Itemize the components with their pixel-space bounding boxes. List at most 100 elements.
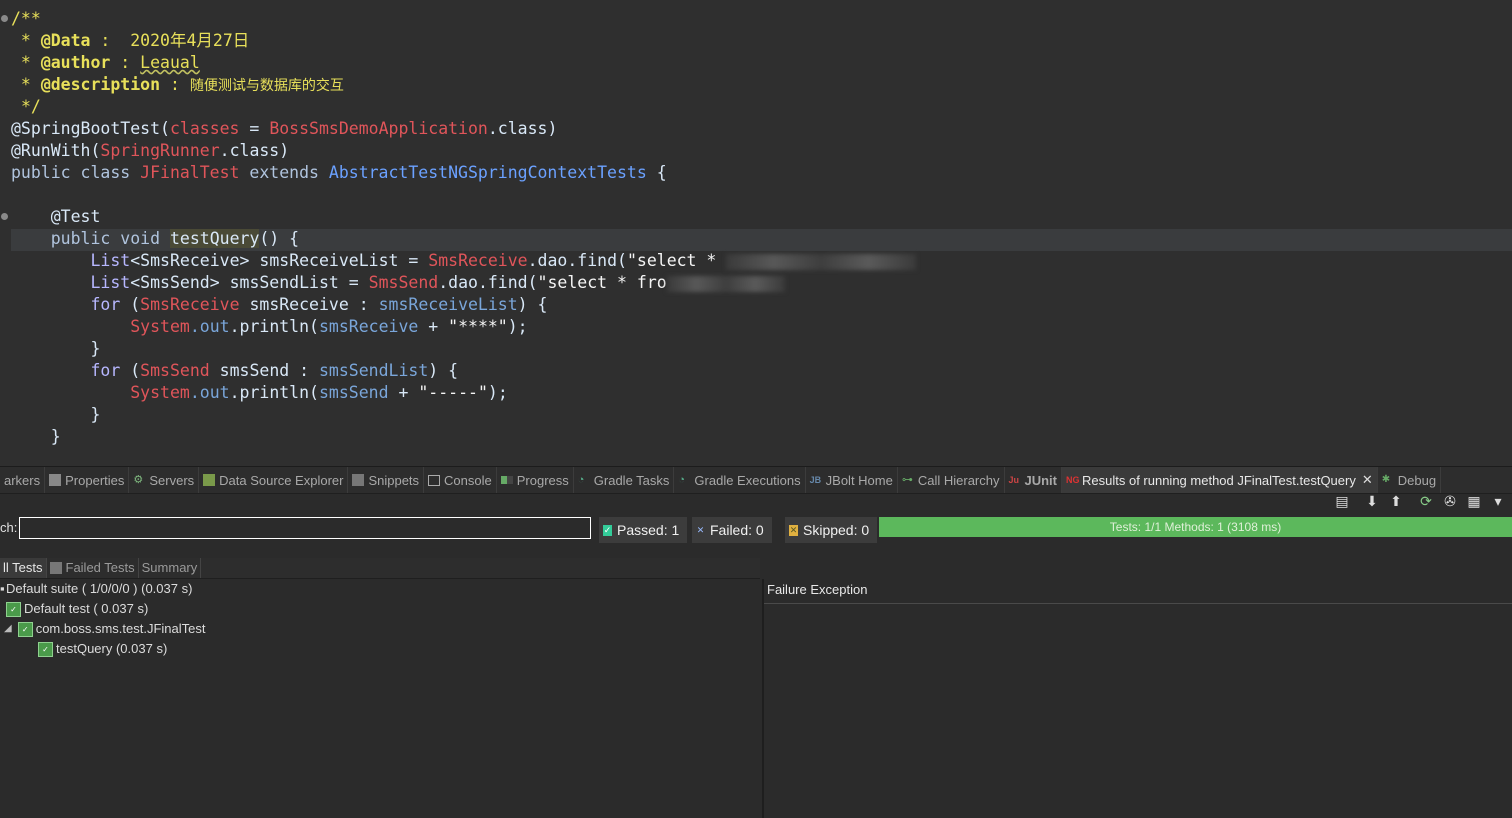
failure-exception-pane: Failure Exception (764, 579, 1512, 818)
code-line-7: @RunWith(SpringRunner.class) (11, 141, 290, 160)
tab-label: Results of running method JFinalTest.tes… (1082, 472, 1356, 488)
divider (764, 603, 1512, 604)
check-icon: ✓ (603, 524, 612, 536)
search-input[interactable] (19, 517, 591, 539)
tab-testng-results[interactable]: NG Results of running method JFinalTest.t… (1062, 467, 1378, 493)
tab-label: arkers (4, 472, 41, 488)
tab-all-tests[interactable]: ll Tests (0, 558, 47, 578)
results-subtabs: ll Tests Failed Tests Summary (0, 558, 760, 579)
code-line-5: */ (20, 97, 41, 116)
debug-icon: ✱ (1381, 474, 1391, 485)
report-icon[interactable]: ▤ (1334, 493, 1350, 509)
redacted-text (726, 253, 917, 270)
fold-icon[interactable] (1, 213, 8, 220)
tab-jbolt-home[interactable]: JB JBolt Home (806, 467, 898, 493)
test-passed-icon: ✓ (6, 601, 21, 617)
tab-summary[interactable]: Summary (139, 558, 202, 578)
code-line-13: List<SmsSend> smsSendList = SmsSend.dao.… (11, 272, 785, 294)
tree-item-class[interactable]: ◢ ✓ com.boss.sms.test.JFinalTest (4, 619, 205, 639)
progress-icon (500, 476, 513, 484)
tab-console[interactable]: Console (424, 467, 497, 493)
tab-label: Gradle Executions (694, 472, 801, 488)
tab-snippets[interactable]: Snippets (348, 467, 425, 493)
collapse-icon[interactable]: ◢ (4, 619, 12, 639)
tab-label: Console (444, 472, 492, 488)
code-line-17: for (SmsSend smsSend : smsSendList) { (90, 361, 459, 380)
gradle-icon: ◔ (678, 474, 686, 486)
tree-item-label: Default suite ( 1/0/0/0 ) (0.037 s) (6, 581, 193, 596)
snippets-icon (352, 474, 365, 486)
tab-call-hierarchy[interactable]: ⊶ Call Hierarchy (898, 467, 1005, 493)
tab-label: Servers (149, 472, 195, 488)
code-line-1: /** (11, 9, 41, 28)
tab-label: Summary (141, 560, 198, 575)
tab-gradle-executions[interactable]: ◔ Gradle Executions (674, 467, 806, 493)
fold-icon[interactable] (1, 15, 8, 22)
search-row: ch: ✓ Passed: 1 ✕ Failed: 0 ✕ Skipped: 0 Te… (0, 514, 1512, 544)
code-line-2: * @Data : 2020年4月27日 (11, 31, 250, 50)
code-line-15: System.out.println(smsReceive + "****"); (130, 317, 528, 336)
hierarchy-icon: ⊶ (901, 474, 913, 486)
failed-counter: ✕ Failed: 0 (692, 517, 772, 543)
tab-label: JBolt Home (825, 472, 893, 488)
rerun-failed-icon[interactable]: ✇ (1442, 493, 1458, 509)
tab-junit[interactable]: Ju JUnit (1005, 467, 1062, 493)
tree-item-label: Default test ( 0.037 s) (24, 601, 149, 616)
tab-label: ll Tests (3, 560, 43, 575)
arrow-down-icon[interactable]: ⬇ (1364, 493, 1380, 509)
code-line-3: * @author : Leaual (11, 53, 200, 72)
tree-item-test[interactable]: ✓ Default test ( 0.037 s) (6, 599, 148, 619)
skip-icon: ✕ (789, 524, 798, 536)
tab-label: Progress (516, 472, 569, 488)
rerun-icon[interactable]: ⟳ (1418, 493, 1434, 509)
results-toolbar: ▤ ⬇ ⬆ ⟳ ✇ ▦ ▾ (1334, 490, 1506, 512)
failed-label: Failed: 0 (710, 522, 764, 538)
tab-label: Call Hierarchy (917, 472, 1000, 488)
jbolt-icon: JB (809, 475, 822, 485)
history-icon[interactable]: ▦ (1466, 493, 1482, 509)
tab-label: Failed Tests (65, 560, 135, 575)
view-menu-icon[interactable]: ▾ (1490, 493, 1506, 509)
tab-label: Snippets (368, 472, 420, 488)
tab-label: Properties (65, 472, 125, 488)
tab-label: Gradle Tasks (593, 472, 670, 488)
close-icon[interactable]: ✕ (1362, 472, 1373, 488)
code-line-14: for (SmsReceive smsReceive : smsReceiveL… (90, 295, 548, 314)
tab-label: Data Source Explorer (219, 472, 344, 488)
tab-failed-tests[interactable]: Failed Tests (47, 558, 139, 578)
search-label: ch: (0, 520, 18, 535)
code-line-11: public void testQuery() { (50, 229, 300, 248)
tab-gradle-tasks[interactable]: ◔ Gradle Tasks (574, 467, 675, 493)
code-editor[interactable]: /** * @Data : 2020年4月27日 * @author : Lea… (0, 0, 1512, 466)
test-passed-icon: ✓ (17, 621, 33, 637)
test-passed-icon: ✓ (38, 641, 53, 657)
progress-bar: Tests: 1/1 Methods: 1 (3108 ms) (879, 517, 1512, 537)
skipped-counter: ✕ Skipped: 0 (785, 517, 878, 543)
code-line-6: @SpringBootTest(classes = BossSmsDemoApp… (11, 119, 558, 138)
failure-title: Failure Exception (767, 582, 868, 597)
testng-icon: NG (1066, 475, 1080, 485)
code-line-18: System.out.println(smsSend + "-----"); (130, 383, 508, 402)
progress-text: Tests: 1/1 Methods: 1 (3108 ms) (1109, 520, 1282, 534)
console-icon (428, 474, 441, 486)
tab-servers[interactable]: ⚙ Servers (129, 467, 200, 493)
tree-item-method[interactable]: ✓ testQuery (0.037 s) (38, 639, 167, 659)
tree-item-label: testQuery (0.037 s) (56, 641, 168, 656)
tab-markers[interactable]: arkers (0, 467, 46, 493)
views-tab-bar: arkers Properties ⚙ Servers Data Source E… (0, 466, 1512, 494)
tab-label: Debug (1397, 472, 1437, 488)
cross-icon: ✕ (696, 524, 705, 535)
junit-icon: Ju (1008, 475, 1020, 485)
code-line-12: List<SmsReceive> smsReceiveList = SmsRec… (11, 250, 917, 272)
tab-progress[interactable]: Progress (497, 467, 574, 493)
tree-item-suite[interactable]: ▪ Default suite ( 1/0/0/0 ) (0.037 s) (0, 579, 192, 599)
gradle-icon: ◔ (577, 474, 585, 486)
tab-label: JUnit (1024, 472, 1058, 488)
redacted-text (666, 275, 785, 292)
code-line-10: @Test (50, 207, 101, 226)
code-line-4: * @description : 随便测试与数据库的交互 (11, 75, 344, 94)
arrow-up-icon[interactable]: ⬆ (1388, 493, 1404, 509)
tab-data-source-explorer[interactable]: Data Source Explorer (199, 467, 349, 493)
tab-properties[interactable]: Properties (45, 467, 130, 493)
passed-counter: ✓ Passed: 1 (599, 517, 688, 543)
